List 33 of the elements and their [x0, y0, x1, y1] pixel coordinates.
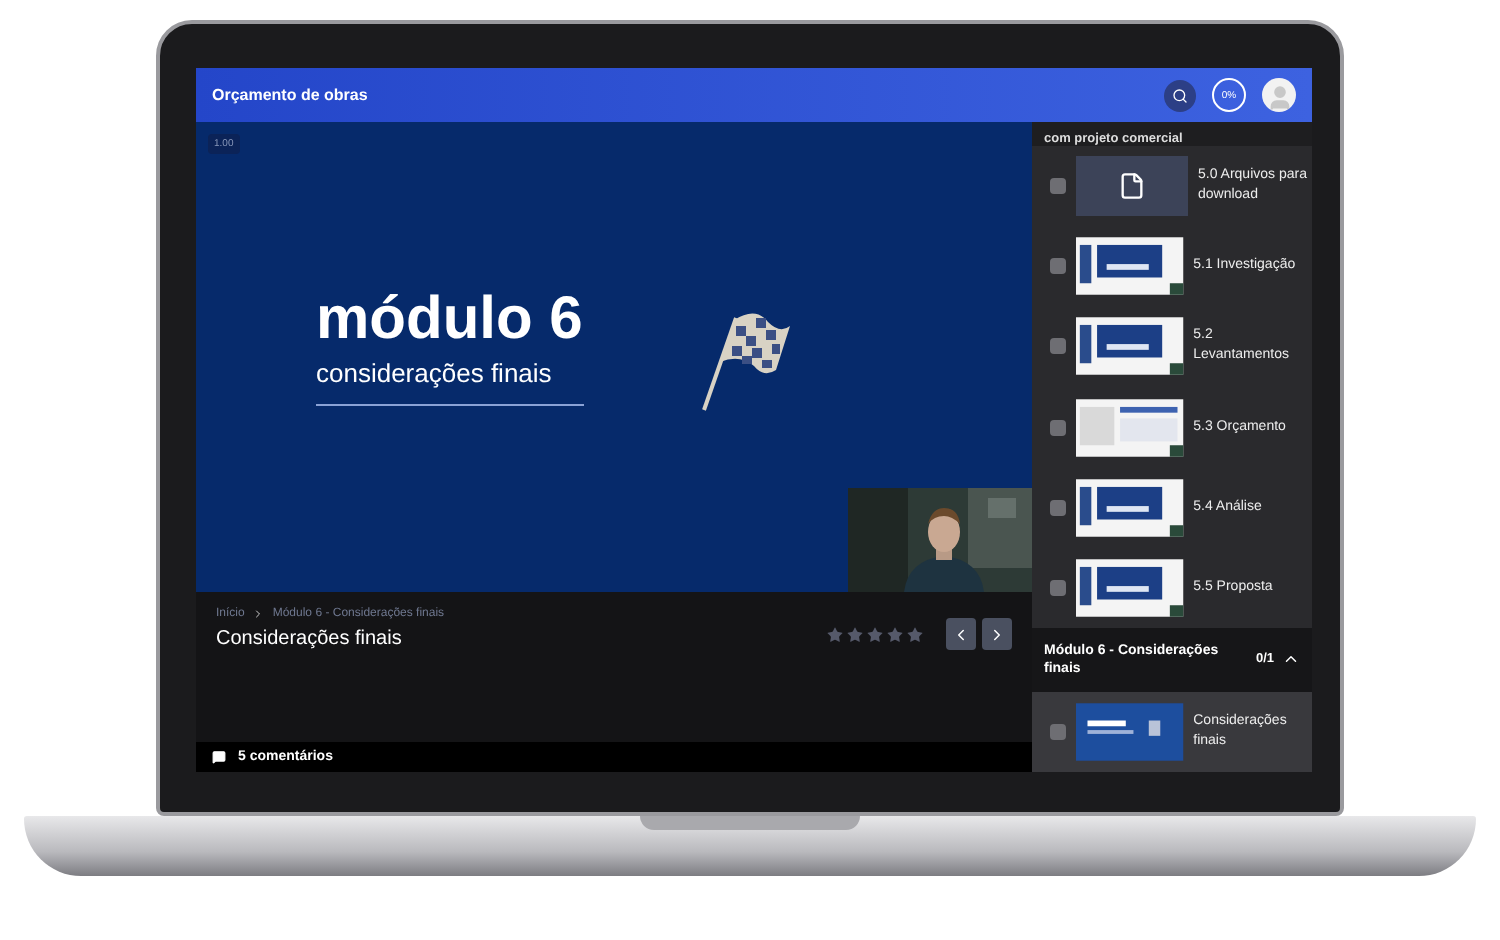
star-icon[interactable] — [866, 625, 884, 643]
file-icon — [1118, 171, 1146, 200]
user-icon — [1265, 84, 1293, 112]
checkbox[interactable] — [1050, 580, 1066, 597]
checkbox[interactable] — [1050, 177, 1066, 194]
course-title: Orçamento de obras — [212, 86, 370, 104]
slide-title: módulo 6 — [316, 285, 584, 353]
checkbox[interactable] — [1050, 499, 1066, 516]
avatar-button[interactable] — [1262, 78, 1296, 112]
lesson-title: Considerações finais — [216, 628, 404, 650]
checkbox[interactable] — [1050, 419, 1066, 436]
thumbnail-drawing — [1076, 397, 1184, 458]
chevron-left-icon — [952, 625, 970, 643]
checkbox[interactable] — [1050, 338, 1066, 355]
star-icon[interactable] — [826, 625, 844, 643]
star-icon[interactable] — [886, 625, 904, 643]
chevron-right-icon — [988, 625, 1006, 643]
thumbnail-drawing — [1076, 558, 1184, 619]
thumbnail-drawing — [1076, 236, 1184, 297]
thumbnail-drawing — [1076, 316, 1184, 377]
thumbnail-drawing — [1076, 701, 1184, 762]
checkbox[interactable] — [1050, 723, 1066, 740]
search-icon — [1172, 87, 1188, 103]
thumbnail-drawing — [1076, 477, 1184, 538]
comment-icon — [212, 750, 226, 764]
previous-button[interactable] — [946, 618, 976, 650]
checkbox[interactable] — [1050, 258, 1066, 275]
star-icon[interactable] — [846, 625, 864, 643]
next-button[interactable] — [982, 618, 1012, 650]
search-button[interactable] — [1164, 79, 1196, 111]
chevron-icon — [252, 608, 265, 620]
slide-subtitle: considerações finais — [316, 357, 554, 387]
star-icon[interactable] — [906, 625, 924, 643]
